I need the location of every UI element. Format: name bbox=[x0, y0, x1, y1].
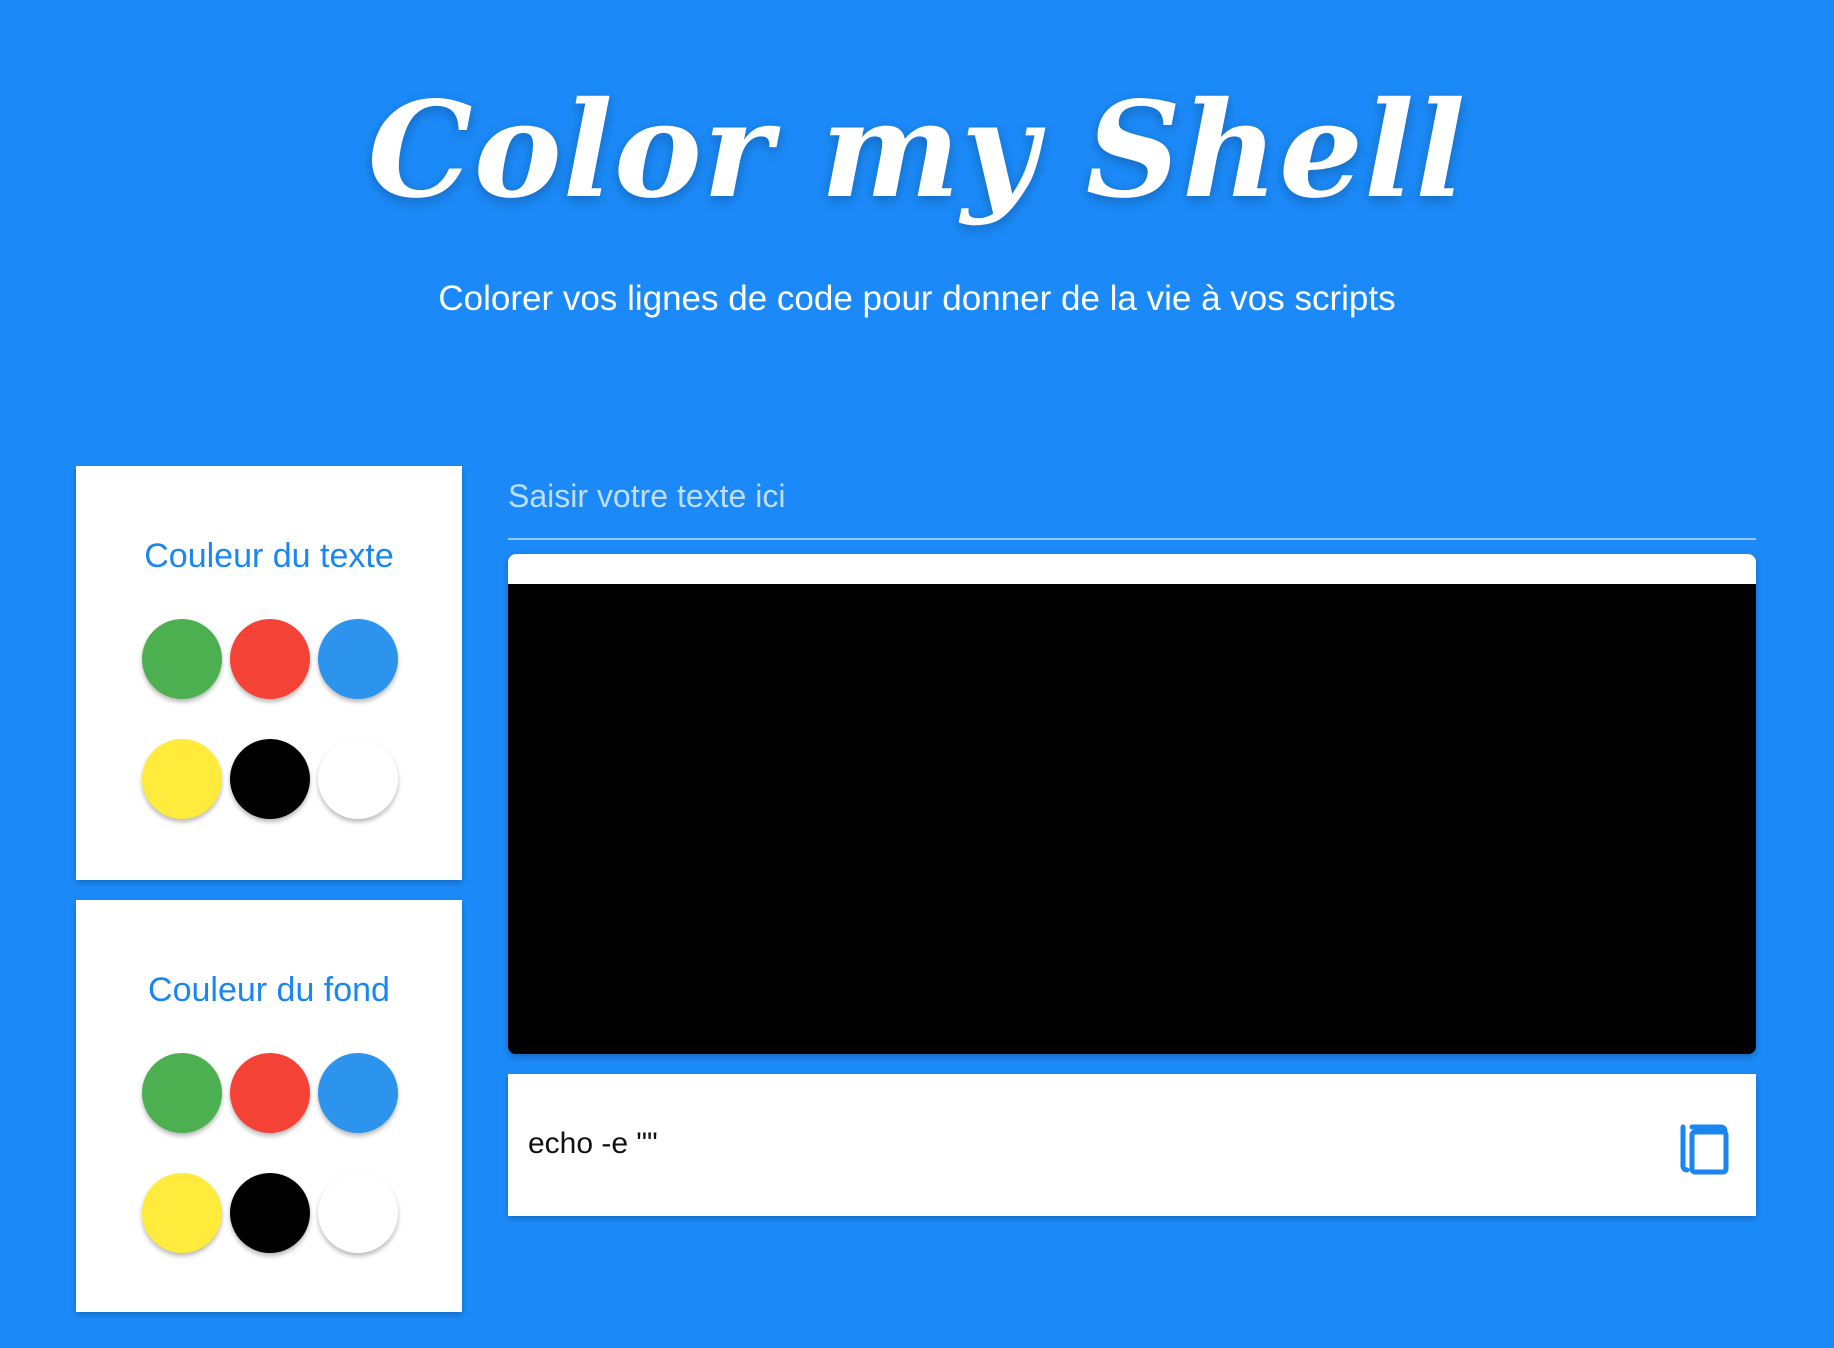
text-input[interactable] bbox=[508, 466, 1756, 526]
terminal-preview bbox=[508, 554, 1756, 1054]
background-color-swatch-black[interactable] bbox=[230, 1173, 310, 1253]
text-color-swatch-black[interactable] bbox=[230, 739, 310, 819]
terminal-title-bar bbox=[508, 554, 1756, 584]
app-title: Color my Shell bbox=[367, 73, 1467, 228]
copy-icon bbox=[1680, 1124, 1729, 1175]
text-color-swatch-white[interactable] bbox=[318, 739, 398, 819]
terminal-screen bbox=[508, 584, 1756, 1054]
text-input-container bbox=[508, 466, 1756, 540]
background-color-swatch-yellow[interactable] bbox=[142, 1173, 222, 1253]
text-color-swatch-green[interactable] bbox=[142, 619, 222, 699]
text-color-swatch-red[interactable] bbox=[230, 619, 310, 699]
background-color-swatch-blue[interactable] bbox=[318, 1053, 398, 1133]
text-color-swatch-blue[interactable] bbox=[318, 619, 398, 699]
background-color-swatch-green[interactable] bbox=[142, 1053, 222, 1133]
background-color-swatch-red[interactable] bbox=[230, 1053, 310, 1133]
text-color-panel: Couleur du texte bbox=[76, 466, 462, 880]
app-subtitle: Colorer vos lignes de code pour donner d… bbox=[438, 279, 1396, 318]
command-output-card: echo -e "" bbox=[508, 1074, 1756, 1216]
copy-button[interactable] bbox=[1678, 1118, 1732, 1176]
text-color-swatch-yellow[interactable] bbox=[142, 739, 222, 819]
background-color-swatch-white[interactable] bbox=[318, 1173, 398, 1253]
background-color-panel-title: Couleur du fond bbox=[148, 971, 390, 1009]
background-color-panel: Couleur du fond bbox=[76, 900, 462, 1312]
text-color-panel-title: Couleur du texte bbox=[144, 537, 394, 575]
command-text: echo -e "" bbox=[528, 1127, 658, 1160]
